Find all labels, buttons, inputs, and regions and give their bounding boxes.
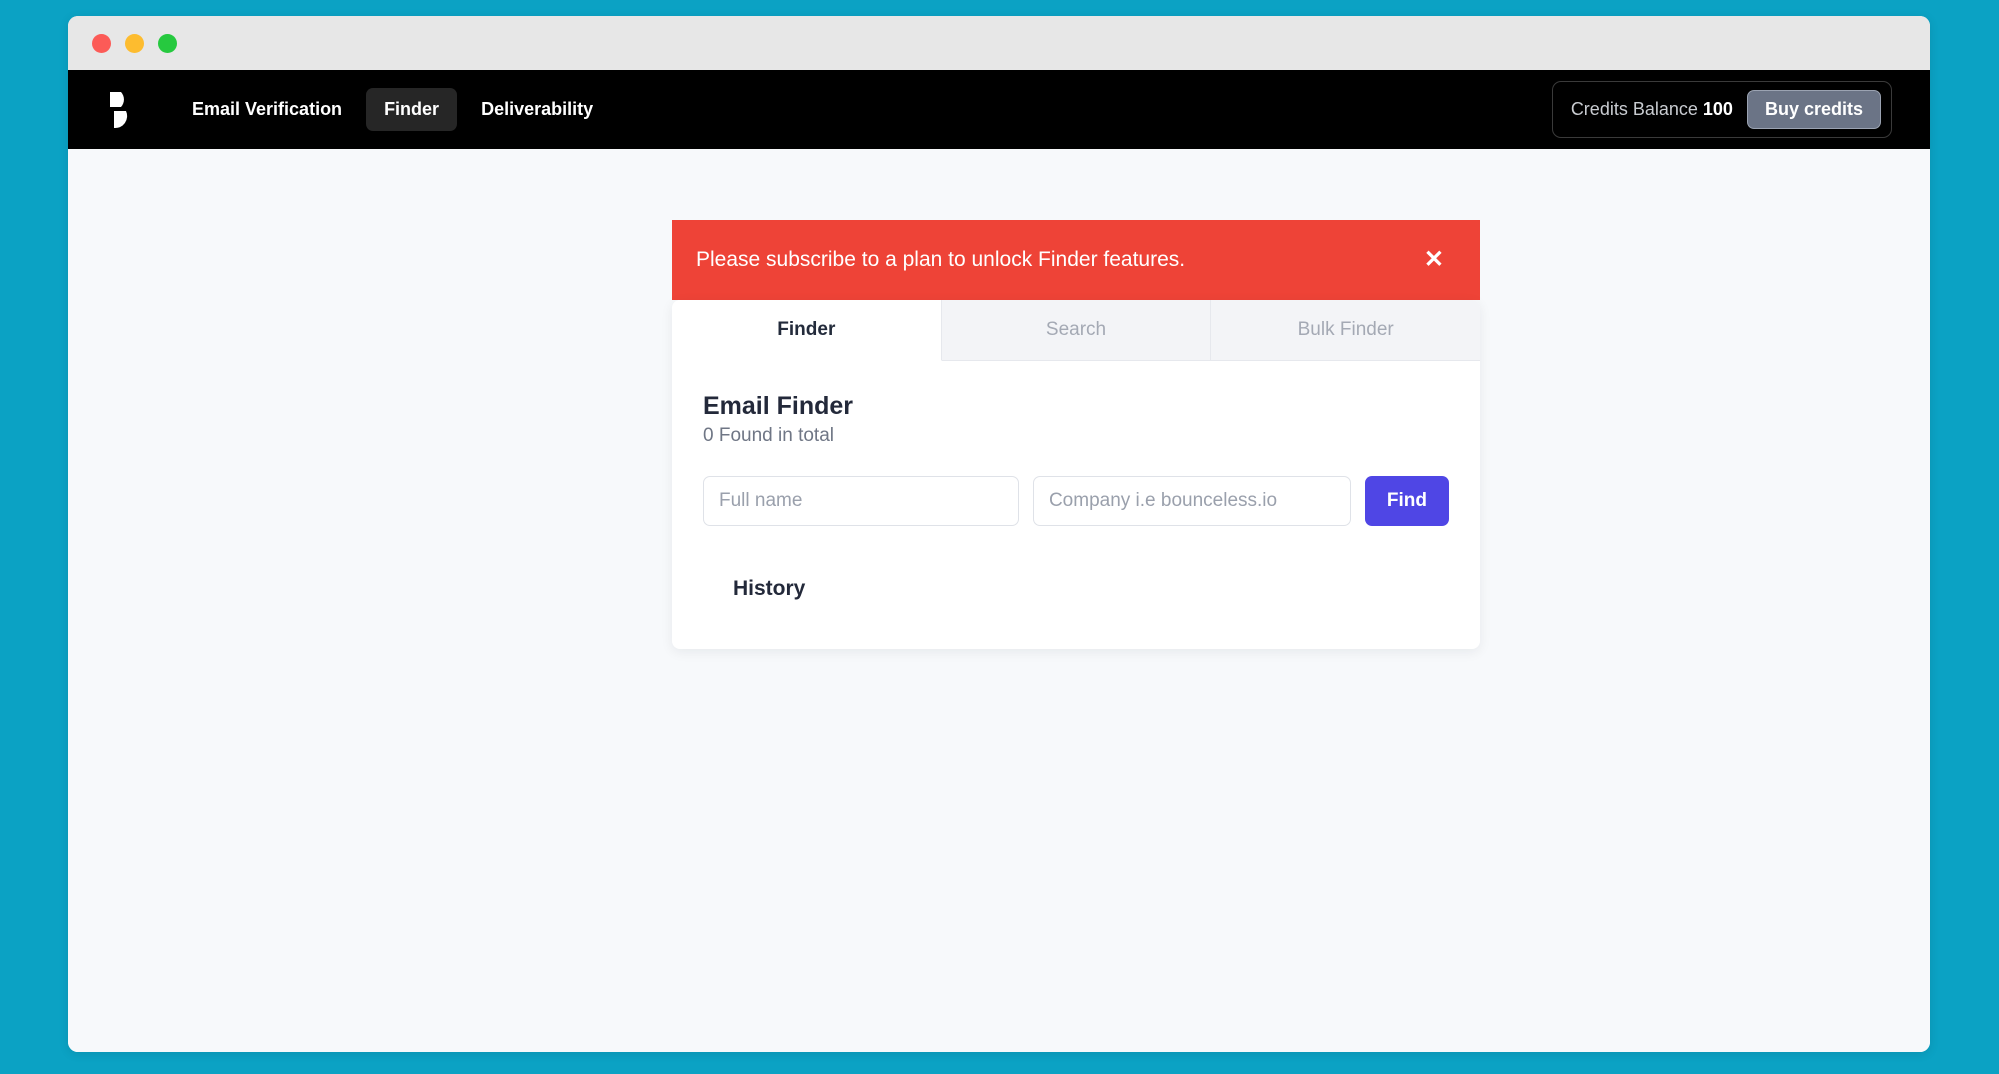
nav-link-label: Finder — [384, 99, 440, 119]
nav-link-label: Email Verification — [192, 99, 343, 119]
credits-balance-value: 100 — [1702, 99, 1733, 119]
nav-link-email-verification[interactable]: Email Verification — [174, 88, 360, 131]
subscribe-alert-banner: Please subscribe to a plan to unlock Fin… — [672, 220, 1480, 300]
nav-link-finder[interactable]: Finder — [366, 88, 458, 131]
credits-balance-label: Credits Balance 100 — [1571, 99, 1733, 120]
buy-credits-button[interactable]: Buy credits — [1746, 90, 1881, 129]
finder-panel: Email Finder 0 Found in total Find Histo… — [672, 361, 1480, 649]
top-navigation-bar: Email Verification Finder Deliverability… — [68, 70, 1930, 149]
tab-finder[interactable]: Finder — [672, 300, 942, 361]
center-column: Please subscribe to a plan to unlock Fin… — [672, 220, 1480, 649]
found-total-label: 0 Found in total — [703, 425, 834, 446]
tab-label: Bulk Finder — [1297, 319, 1394, 340]
find-button[interactable]: Find — [1364, 476, 1450, 526]
maximize-window-button[interactable] — [158, 33, 177, 53]
credits-balance-text: Credits Balance — [1570, 99, 1698, 119]
finder-card: Finder Search Bulk Finder Email Finder 0… — [672, 300, 1480, 649]
page-content: Please subscribe to a plan to unlock Fin… — [68, 149, 1930, 1052]
tab-label: Search — [1045, 319, 1107, 340]
window-titlebar — [68, 16, 1930, 70]
close-window-button[interactable] — [92, 33, 111, 53]
finder-form-row: Find — [703, 476, 1450, 526]
tab-label: Finder — [777, 319, 836, 340]
nav-link-label: Deliverability — [481, 99, 594, 119]
close-icon[interactable]: ✕ — [1418, 244, 1450, 276]
minimize-window-button[interactable] — [125, 33, 144, 53]
history-heading: History — [733, 577, 806, 600]
nav-links: Email Verification Finder Deliverability — [174, 88, 611, 131]
company-input[interactable] — [1032, 476, 1351, 526]
credits-balance-box: Credits Balance 100 Buy credits — [1551, 81, 1892, 138]
tab-bulk-finder[interactable]: Bulk Finder — [1211, 300, 1480, 361]
nav-link-deliverability[interactable]: Deliverability — [463, 88, 611, 131]
card-tabs: Finder Search Bulk Finder — [672, 300, 1480, 361]
bounceless-b-logo-icon[interactable] — [106, 90, 140, 130]
browser-window: Email Verification Finder Deliverability… — [68, 16, 1930, 1052]
page-title: Email Finder — [703, 392, 854, 420]
tab-search[interactable]: Search — [941, 300, 1212, 361]
full-name-input[interactable] — [703, 476, 1019, 526]
alert-message: Please subscribe to a plan to unlock Fin… — [696, 248, 1186, 271]
